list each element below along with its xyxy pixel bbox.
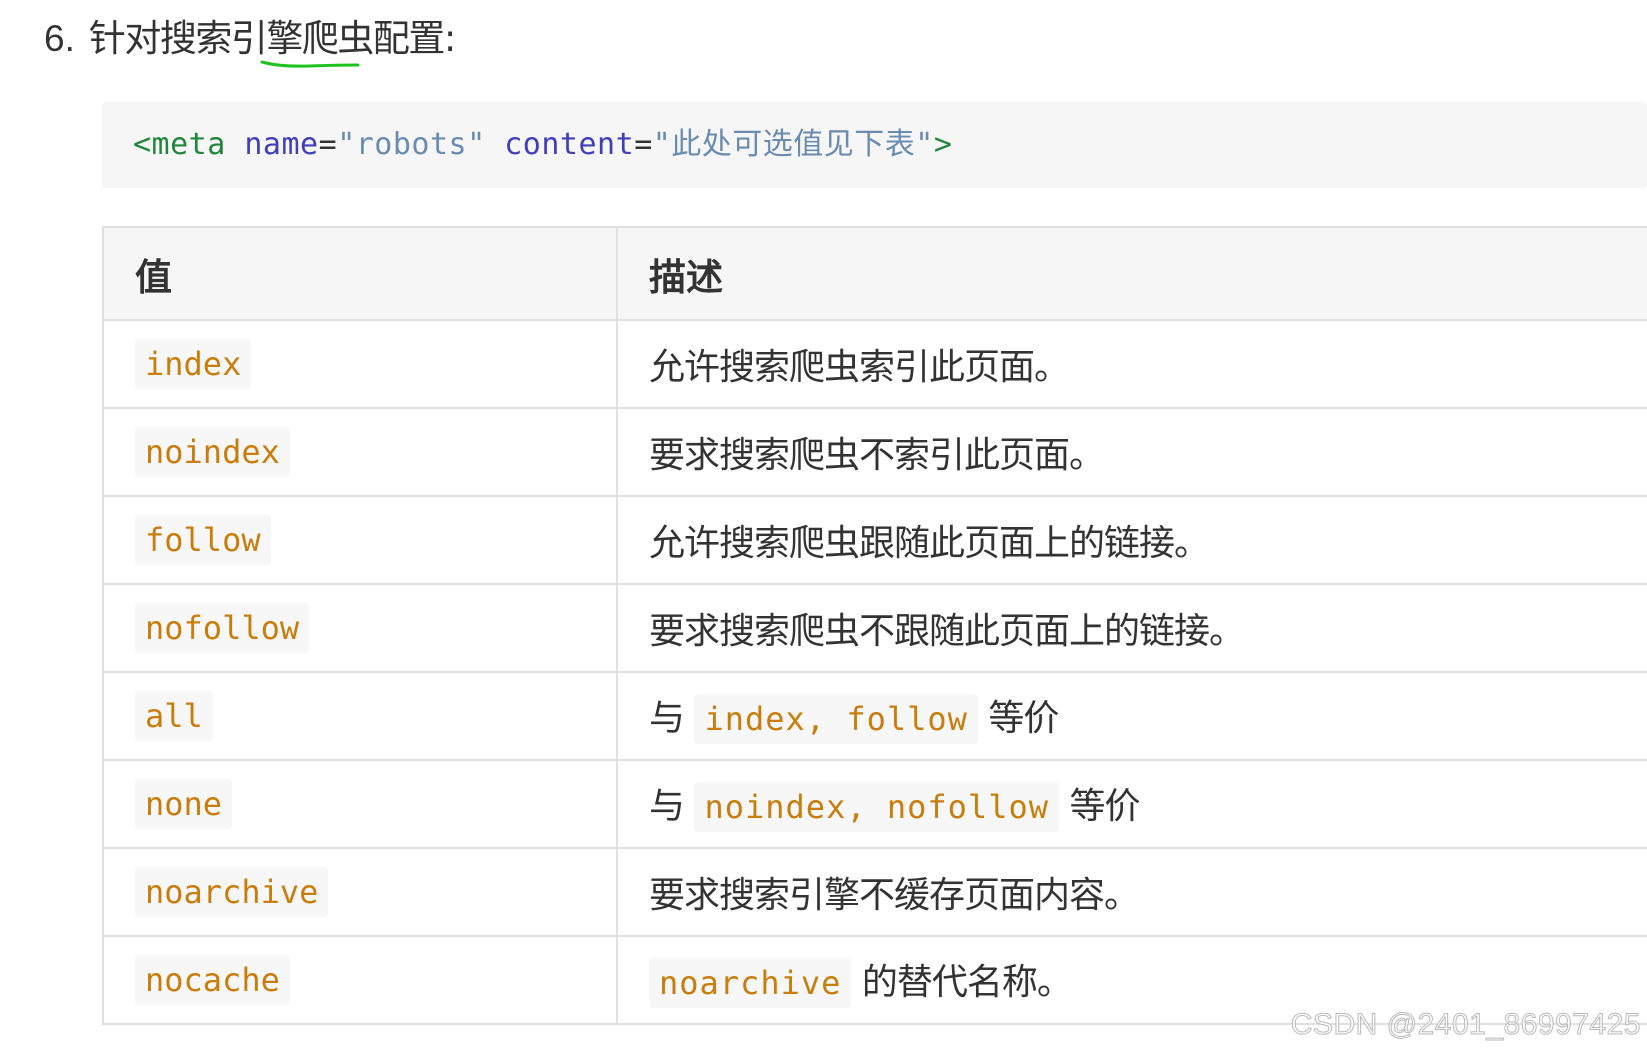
code-attr-value: "robots" xyxy=(337,127,486,162)
value-code: index xyxy=(135,339,252,389)
robots-values-table: 值 描述 index 允许搜索爬虫索引此页面。 noindex 要求搜索爬虫不索… xyxy=(102,226,1647,1025)
description-cell: 与 index, follow 等价 xyxy=(616,671,1647,761)
heading-underlined-label: 擎爬虫 xyxy=(266,17,374,60)
value-code: follow xyxy=(135,515,271,565)
table-row: nofollow 要求搜索爬虫不跟随此页面上的链接。 xyxy=(102,583,1647,673)
desc-prefix: 与 xyxy=(649,697,685,739)
value-cell: noarchive xyxy=(102,847,618,937)
value-code: nocache xyxy=(135,955,290,1005)
code-tag-open: <meta xyxy=(133,127,226,162)
value-cell: nofollow xyxy=(102,583,618,673)
table-row: noindex 要求搜索爬虫不索引此页面。 xyxy=(102,407,1647,497)
value-cell: follow xyxy=(102,495,618,585)
code-tag-close: > xyxy=(933,127,953,162)
heading-underlined-text: 擎爬虫 xyxy=(260,17,374,68)
code-attr-content: content xyxy=(504,127,635,162)
table-row: all 与 index, follow 等价 xyxy=(102,671,1647,761)
value-cell: noindex xyxy=(102,407,618,497)
heading-text-after: 配置: xyxy=(372,17,456,60)
value-code: noarchive xyxy=(135,867,329,917)
desc-suffix: 等价 xyxy=(1069,785,1140,827)
green-underline-mark xyxy=(260,60,360,68)
table-header-row: 值 描述 xyxy=(102,226,1647,321)
value-code: noindex xyxy=(135,427,290,477)
description-cell: 允许搜索爬虫跟随此页面上的链接。 xyxy=(616,495,1647,585)
code-attr-name: name xyxy=(244,127,319,162)
code-equals: = xyxy=(318,127,338,162)
value-cell: nocache xyxy=(102,935,618,1025)
table-row: follow 允许搜索爬虫跟随此页面上的链接。 xyxy=(102,495,1647,585)
heading-text-before: 针对搜索引 xyxy=(88,17,268,60)
value-cell: index xyxy=(102,319,618,409)
description-cell: 要求搜索爬虫不跟随此页面上的链接。 xyxy=(616,583,1647,673)
table-row: none 与 noindex, nofollow 等价 xyxy=(102,759,1647,849)
value-code: none xyxy=(135,779,233,829)
value-cell: all xyxy=(102,671,618,761)
desc-suffix: 的替代名称。 xyxy=(861,961,1073,1003)
section-heading: 6. 针对搜索引擎爬虫 配置: xyxy=(44,14,456,68)
value-code: nofollow xyxy=(135,603,310,653)
table-row: noarchive 要求搜索引擎不缓存页面内容。 xyxy=(102,847,1647,937)
value-code: all xyxy=(135,691,213,741)
description-cell: 与 noindex, nofollow 等价 xyxy=(616,759,1647,849)
list-number: 6. xyxy=(44,18,75,59)
code-block: <meta name="robots" content="此处可选值见下表"> xyxy=(102,102,1647,188)
value-cell: none xyxy=(102,759,618,849)
desc-prefix: 与 xyxy=(649,785,685,827)
desc-code: index, follow xyxy=(694,693,978,744)
description-cell: 允许搜索爬虫索引此页面。 xyxy=(616,319,1647,409)
code-content-value: "此处可选值见下表" xyxy=(652,127,934,162)
header-description: 描述 xyxy=(616,226,1647,321)
csdn-watermark: CSDN @2401_86997425 xyxy=(1290,1008,1641,1042)
table-row: index 允许搜索爬虫索引此页面。 xyxy=(102,319,1647,409)
code-equals-2: = xyxy=(634,127,653,162)
desc-code: noarchive xyxy=(649,957,852,1008)
description-cell: 要求搜索引擎不缓存页面内容。 xyxy=(616,847,1647,937)
description-cell: 要求搜索爬虫不索引此页面。 xyxy=(616,407,1647,497)
header-value: 值 xyxy=(102,226,618,321)
desc-code: noindex, nofollow xyxy=(694,781,1059,832)
desc-suffix: 等价 xyxy=(988,697,1059,739)
